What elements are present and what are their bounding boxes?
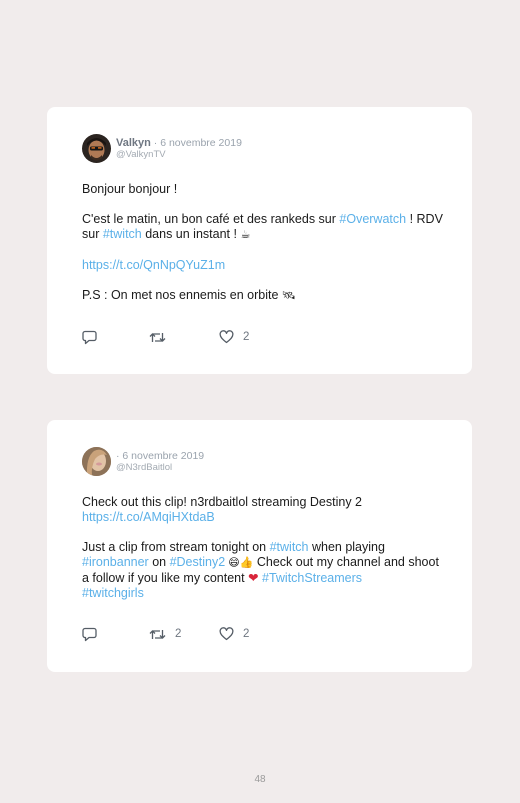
avatar[interactable] <box>82 447 111 476</box>
tweet-text-segment: P.S : On met nos ennemis en orbite <box>82 288 282 302</box>
tweet-paragraph: https://t.co/QnNpQYuZ1m <box>82 258 447 273</box>
tweet-paragraph: P.S : On met nos ennemis en orbite 🛰 <box>82 288 447 304</box>
smile-thumbs-up-emoji: 😄👍 <box>225 557 254 569</box>
retweet-button[interactable]: 2 <box>149 626 181 642</box>
author-name[interactable]: Valkyn <box>116 137 151 149</box>
like-count: 2 <box>243 331 250 343</box>
reply-button[interactable] <box>82 329 106 345</box>
tweet-paragraph: Just a clip from stream tonight on #twit… <box>82 540 447 601</box>
tweet-paragraph: Bonjour bonjour ! <box>82 182 447 197</box>
tweet-text: Bonjour bonjour ! C'est le matin, un bon… <box>82 182 447 319</box>
reply-icon <box>82 330 97 345</box>
avatar[interactable] <box>82 134 111 163</box>
tweet-text-segment: on <box>148 555 170 569</box>
tweet-date[interactable]: · 6 novembre 2019 <box>116 450 204 462</box>
coffee-emoji: ☕ <box>240 229 251 241</box>
tweet-text-segment: Just a clip from stream tonight on <box>82 540 270 554</box>
heart-icon <box>219 330 234 344</box>
like-button[interactable]: 2 <box>219 626 249 642</box>
retweet-icon <box>149 330 166 345</box>
author-handle[interactable]: @N3rdBaitlol <box>116 462 204 474</box>
tweet-card-valkyn: Valkyn · 6 novembre 2019 @ValkynTV Bonjo… <box>47 107 472 374</box>
tweet-date[interactable]: · 6 novembre 2019 <box>151 137 242 149</box>
like-button[interactable]: 2 <box>219 329 249 345</box>
satellite-emoji: 🛰 <box>281 290 296 302</box>
hashtag-link[interactable]: #ironbanner <box>82 555 149 569</box>
retweet-count: 2 <box>175 628 182 640</box>
retweet-button[interactable] <box>149 329 175 345</box>
hashtag-link[interactable]: #Destiny2 <box>170 555 226 569</box>
tweet-paragraph: Check out this clip! n3rdbaitlol streami… <box>82 495 447 525</box>
tweet-paragraph: C'est le matin, un bon café et des ranke… <box>82 212 447 243</box>
reply-icon <box>82 627 97 642</box>
author-date-line: · 6 novembre 2019 <box>116 450 204 462</box>
reply-button[interactable] <box>82 626 106 642</box>
tweet-actions: 2 2 <box>82 626 442 642</box>
author-handle[interactable]: @ValkynTV <box>116 149 242 161</box>
page-number: 48 <box>254 774 266 785</box>
retweet-icon <box>149 627 166 642</box>
heart-icon <box>219 627 234 641</box>
tweet-meta: Valkyn · 6 novembre 2019 @ValkynTV <box>116 137 242 161</box>
tweet-url-link[interactable]: https://t.co/AMqiHXtdaB <box>82 510 215 524</box>
hashtag-link[interactable]: #TwitchStreamers <box>259 571 362 585</box>
tweet-url-link[interactable]: https://t.co/QnNpQYuZ1m <box>82 258 225 272</box>
hashtag-link[interactable]: #twitchgirls <box>82 586 144 600</box>
tweet-text-segment: when playing <box>308 540 385 554</box>
tweet-text-segment: dans un instant ! <box>141 227 241 241</box>
hashtag-link[interactable]: #twitch <box>103 227 142 241</box>
tweet-meta: · 6 novembre 2019 @N3rdBaitlol <box>116 450 204 474</box>
red-heart-emoji: ❤ <box>248 571 259 585</box>
author-date-line: Valkyn · 6 novembre 2019 <box>116 137 242 149</box>
tweet-actions: 2 <box>82 329 442 345</box>
tweet-text-line: Bonjour bonjour ! <box>82 182 178 196</box>
tweet-card-n3rdbaitlol: · 6 novembre 2019 @N3rdBaitlol Check out… <box>47 420 472 672</box>
tweet-text: Check out this clip! n3rdbaitlol streami… <box>82 495 447 616</box>
tweet-text-segment: Check out this clip! n3rdbaitlol streami… <box>82 495 362 509</box>
tweet-text-segment: C'est le matin, un bon café et des ranke… <box>82 212 340 226</box>
hashtag-link[interactable]: #Overwatch <box>339 212 406 226</box>
hashtag-link[interactable]: #twitch <box>270 540 309 554</box>
like-count: 2 <box>243 628 250 640</box>
